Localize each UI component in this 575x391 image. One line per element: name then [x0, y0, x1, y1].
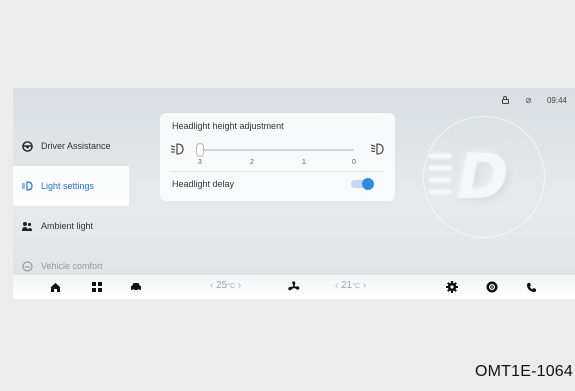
headlight-height-title: Headlight height adjustment: [172, 121, 284, 131]
temp-unit: °C: [227, 283, 236, 290]
headlight-height-slider[interactable]: 3 2 1 0: [170, 143, 384, 167]
sidebar-item-label: Vehicle comfort: [41, 261, 103, 271]
headlight-d-glyph: D: [457, 140, 509, 213]
slider-tick: 2: [250, 159, 254, 166]
sidebar-item-label: Light settings: [41, 181, 95, 191]
phone-icon[interactable]: [524, 279, 538, 295]
temp-unit: °C: [352, 283, 361, 290]
status-bar: ⊘ 09:44: [501, 96, 567, 105]
light-beam: [429, 178, 451, 182]
slider-thumb[interactable]: [196, 143, 204, 157]
headlight-icon: [21, 180, 33, 192]
slider-tick: 0: [352, 159, 356, 166]
temp-decrease-icon[interactable]: ‹: [210, 280, 213, 291]
bottom-dock: ‹ 25°C › ‹ 21°C ›: [13, 275, 575, 299]
left-temperature[interactable]: ‹ 25°C ›: [210, 280, 241, 291]
sidebar-item-driver-assistance[interactable]: Driver Assistance: [13, 126, 129, 166]
infotainment-screen: ⊘ 09:44 Driver Assistance Light settings…: [13, 88, 575, 299]
headlight-delay-label: Headlight delay: [172, 179, 235, 189]
lock-icon: [501, 96, 510, 105]
card-divider: [170, 171, 385, 172]
fan-icon[interactable]: [287, 279, 301, 295]
headlight-delay-toggle[interactable]: [351, 178, 374, 190]
temp-decrease-icon[interactable]: ‹: [335, 280, 338, 291]
status-time: 09:44: [546, 96, 567, 105]
ambient-light-icon: [21, 220, 33, 232]
right-temperature[interactable]: ‹ 21°C ›: [335, 280, 366, 291]
steering-wheel-icon: [21, 140, 33, 152]
temp-increase-icon[interactable]: ›: [238, 280, 241, 291]
apps-grid-icon[interactable]: [90, 279, 104, 295]
sidebar-item-label: Ambient light: [41, 221, 94, 231]
headlight-settings-card: Headlight height adjustment 3 2 1 0 Head…: [160, 113, 395, 201]
light-beam: [429, 166, 451, 170]
headlight-illustration: D: [423, 116, 545, 238]
sidebar-item-ambient-light[interactable]: Ambient light: [13, 206, 129, 246]
right-temp-value: 21: [341, 280, 353, 291]
mute-icon: ⊘: [525, 96, 532, 105]
sidebar: Driver Assistance Light settings Ambient…: [13, 126, 129, 286]
seat-icon: [21, 260, 33, 272]
temp-increase-icon[interactable]: ›: [363, 280, 366, 291]
document-code: OMT1E-1064: [474, 363, 573, 380]
car-icon[interactable]: [129, 279, 143, 295]
slider-tick: 1: [302, 159, 306, 166]
home-icon[interactable]: [48, 279, 62, 295]
light-beam: [429, 190, 451, 194]
light-beam: [429, 154, 451, 158]
sidebar-item-light-settings[interactable]: Light settings: [13, 166, 129, 206]
headlight-low-icon: [170, 143, 184, 155]
slider-track[interactable]: [200, 149, 354, 151]
slider-tick: 3: [198, 159, 202, 166]
left-temp-value: 25: [216, 280, 228, 291]
headlight-high-icon: [370, 143, 384, 155]
media-icon[interactable]: [485, 279, 499, 295]
sidebar-item-label: Driver Assistance: [41, 141, 111, 151]
settings-gear-icon[interactable]: [445, 279, 459, 295]
